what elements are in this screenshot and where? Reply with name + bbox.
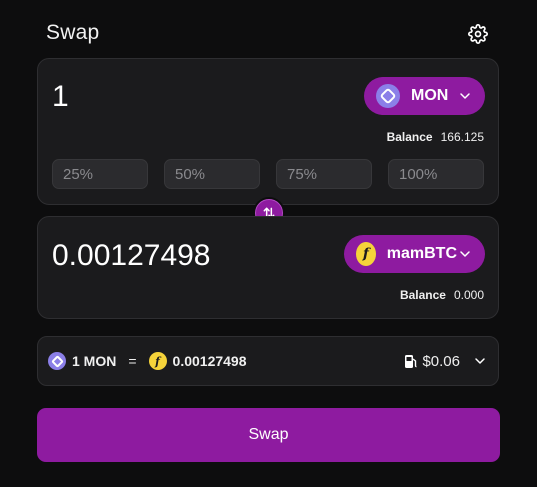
- swap-widget: Swap 1 MON Balance 166.125 25% 50% 75% 10…: [0, 0, 537, 487]
- to-amount-output: 0.00127498: [52, 239, 211, 272]
- to-panel: 0.00127498 f mamBTC Balance 0.000: [37, 216, 499, 319]
- mon-token-icon: [48, 352, 66, 370]
- to-token-label: mamBTC: [386, 245, 457, 262]
- from-token-selector[interactable]: MON: [364, 77, 485, 115]
- from-amount-input[interactable]: 1: [52, 80, 69, 114]
- chevron-down-icon[interactable]: [472, 353, 488, 369]
- rate-to: 0.00127498: [172, 353, 247, 369]
- balance-value: 166.125: [440, 130, 484, 144]
- percentage-buttons: 25% 50% 75% 100%: [52, 159, 484, 189]
- balance-label: Balance: [386, 130, 433, 144]
- pct-75-button[interactable]: 75%: [276, 159, 372, 189]
- from-balance: Balance 166.125: [387, 130, 484, 144]
- to-token-selector[interactable]: f mamBTC: [344, 235, 485, 273]
- rate-from: 1 MON: [72, 353, 117, 369]
- pct-25-button[interactable]: 25%: [52, 159, 148, 189]
- rate-equals: =: [128, 353, 137, 369]
- mambtc-token-icon: f: [356, 242, 376, 266]
- settings-button[interactable]: [466, 22, 490, 46]
- gas-pump-icon: [405, 354, 418, 368]
- page-title: Swap: [46, 21, 100, 44]
- gear-icon: [468, 24, 488, 44]
- chevron-down-icon: [457, 88, 473, 104]
- balance-value: 0.000: [453, 288, 484, 302]
- pct-100-button[interactable]: 100%: [388, 159, 484, 189]
- chevron-down-icon: [457, 246, 473, 262]
- from-panel: 1 MON Balance 166.125 25% 50% 75% 100%: [37, 58, 499, 205]
- balance-label: Balance: [399, 288, 446, 302]
- swap-button[interactable]: Swap: [37, 408, 500, 462]
- to-balance: Balance 0.000: [400, 288, 484, 302]
- from-token-label: MON: [411, 87, 449, 104]
- gas-value: $0.06: [422, 352, 460, 370]
- gas-estimate: $0.06: [404, 353, 460, 370]
- mon-token-icon: [376, 84, 400, 108]
- mambtc-token-icon: f: [148, 352, 167, 370]
- exchange-rate-bar[interactable]: 1 MON = f 0.00127498 $0.06: [37, 336, 499, 386]
- pct-50-button[interactable]: 50%: [164, 159, 260, 189]
